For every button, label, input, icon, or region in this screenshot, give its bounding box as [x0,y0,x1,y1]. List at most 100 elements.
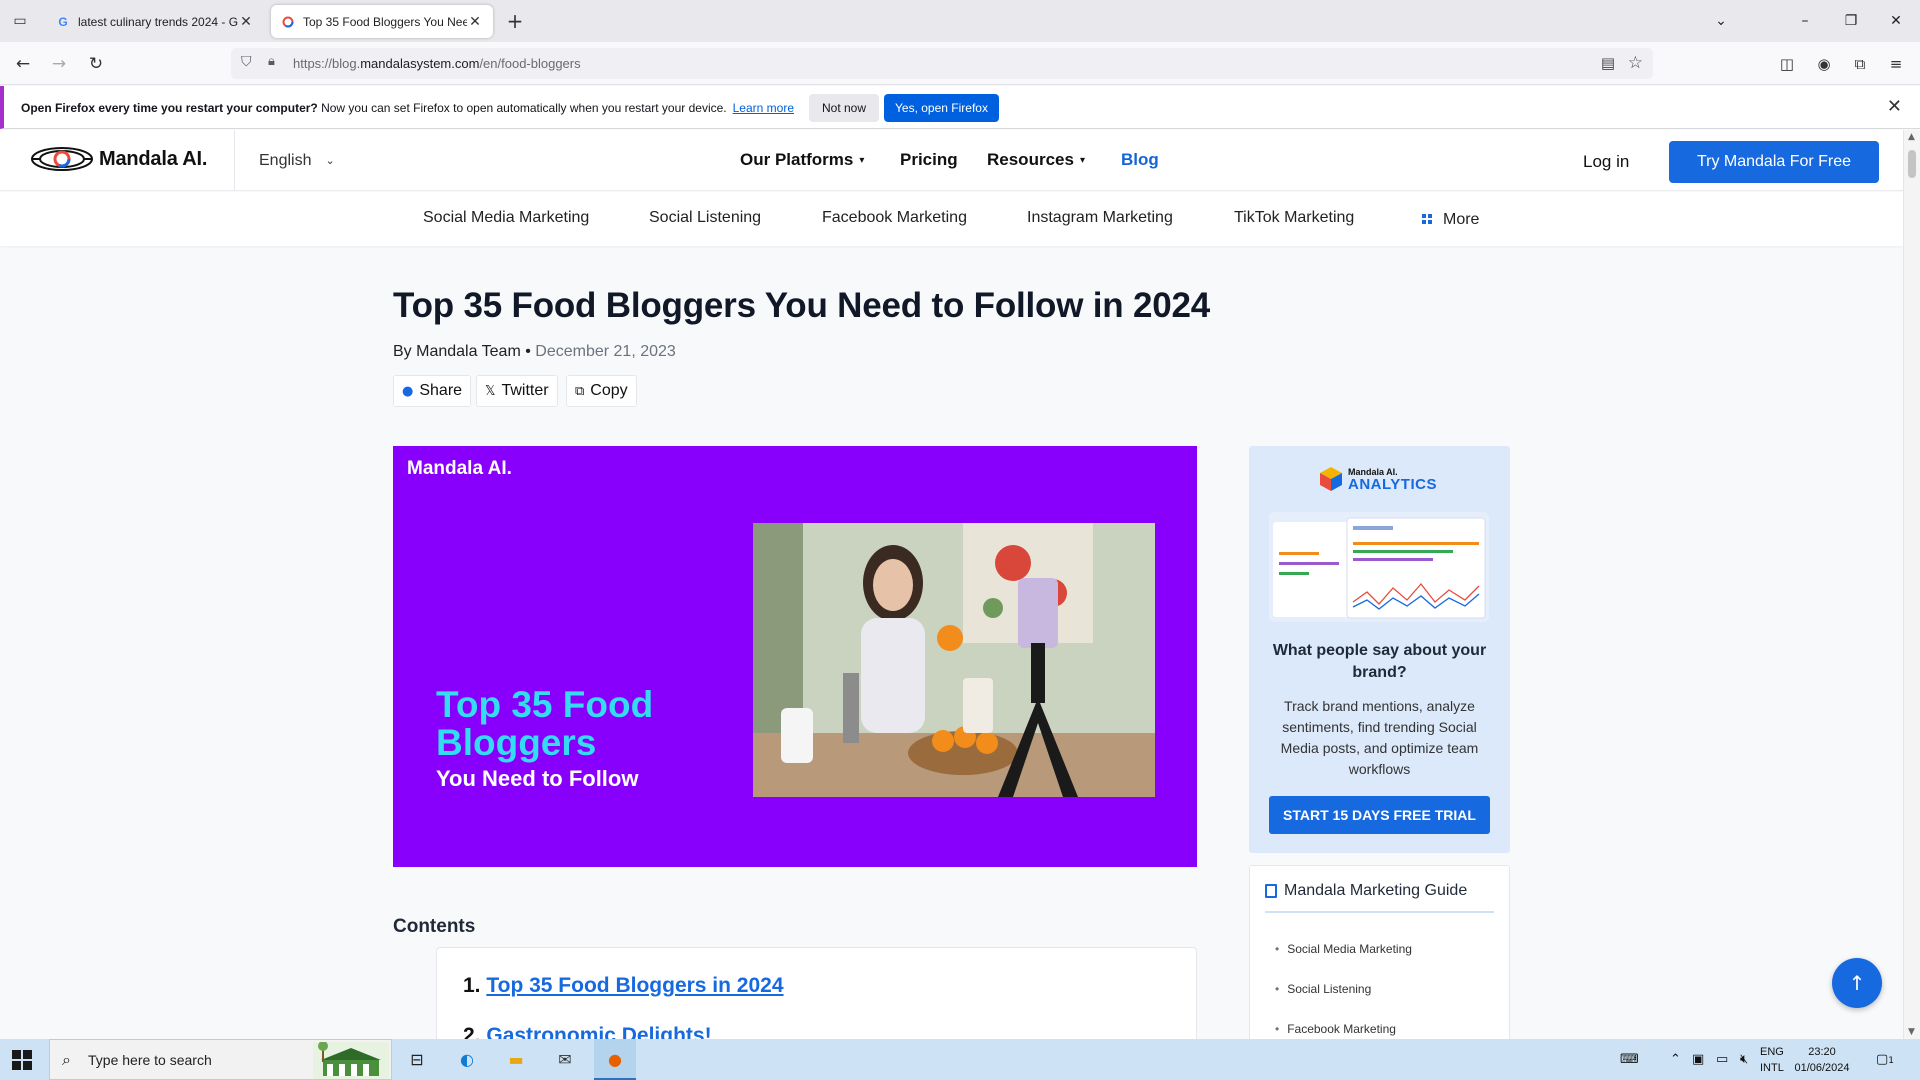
back-to-top-button[interactable]: ↑ [1832,958,1882,1008]
show-hidden-icons-icon[interactable]: ⌃ [1670,1052,1681,1067]
chevron-down-icon: ▾ [859,155,865,166]
subnav-social-media-marketing[interactable]: Social Media Marketing [423,209,589,227]
system-clock[interactable]: 23:20 01/06/2024 [1792,1044,1852,1076]
new-tab-icon[interactable]: + [505,10,525,32]
guide-item[interactable]: Social Media Marketing [1275,942,1412,956]
subnav-instagram-marketing[interactable]: Instagram Marketing [1027,209,1173,227]
login-link[interactable]: Log in [1583,152,1629,172]
divider [1265,911,1494,913]
menu-resources[interactable]: Resources ▾ [987,150,1085,170]
tab-food-bloggers[interactable]: Top 35 Food Bloggers You Need t ✕ [271,5,493,38]
promo-description: Track brand mentions, analyze sentiments… [1280,698,1479,777]
mandala-logo[interactable]: Mandala AI. [29,144,207,174]
back-icon[interactable]: ← [10,51,36,77]
edge-icon[interactable]: ◐ [454,1047,480,1073]
address-bar[interactable]: ⛉ 🔒︎ https://blog.mandalasystem.com/en/f… [231,48,1653,79]
notifications-icon[interactable]: ▢1 [1876,1052,1894,1067]
meet-now-icon[interactable]: ▣ [1692,1052,1704,1067]
subnav-social-listening[interactable]: Social Listening [649,209,761,227]
tab-title: Top 35 Food Bloggers You Need t [303,14,467,29]
copy-link-button[interactable]: ⧉ Copy [566,375,637,407]
volume-muted-icon[interactable]: 🔇︎ [1740,1052,1748,1067]
guide-item[interactable]: Social Listening [1275,982,1371,996]
tab-overflow-chevron-icon[interactable]: ⌄ [1706,8,1736,34]
close-notification-icon[interactable]: ✕ [1887,96,1902,117]
windows-start-icon[interactable] [12,1050,32,1070]
search-icon: ⌕ [62,1050,71,1069]
table-of-contents: 1. Top 35 Food Bloggers in 2024 2. Gastr… [436,947,1197,1039]
hero-headline: Top 35 Food Bloggers [436,684,654,763]
menu-icon[interactable]: ≡ [1884,52,1908,76]
guide-item[interactable]: Facebook Marketing [1275,1022,1396,1036]
network-icon[interactable]: ▭ [1716,1052,1728,1067]
logo-text: Mandala AI. [99,147,208,170]
analytics-cube-icon [1320,467,1342,491]
scroll-down-icon[interactable]: ▼ [1908,1027,1915,1037]
yes-open-firefox-button[interactable]: Yes, open Firefox [884,94,999,122]
firefox-notification-bar: Open Firefox every time you restart your… [0,86,1920,129]
input-language[interactable]: ENG INTL [1760,1044,1784,1076]
account-icon[interactable]: ◉ [1812,52,1836,76]
mandala-logo-icon [31,147,93,171]
category-subnav: Social Media Marketing Social Listening … [0,192,1903,246]
file-explorer-icon[interactable]: ▬ [503,1047,529,1073]
tab-bar: ▭ G latest culinary trends 2024 - Goo ✕ … [0,0,1920,42]
subnav-tiktok-marketing[interactable]: TikTok Marketing [1234,209,1354,227]
toc-link[interactable]: Gastronomic Delights! [486,1024,711,1039]
firefox-icon[interactable]: ● [602,1047,628,1073]
menu-pricing[interactable]: Pricing [900,150,958,170]
mandala-favicon-icon [281,15,295,29]
reload-icon[interactable]: ↻ [83,51,109,77]
lock-icon[interactable]: 🔒︎ [268,54,282,72]
author: By Mandala Team [393,343,521,360]
scroll-up-icon[interactable]: ▲ [1908,132,1915,142]
share-facebook-button[interactable]: ● Share [393,375,472,407]
task-view-icon[interactable]: ⊟ [404,1047,430,1073]
site-header: Mandala AI. English ⌄ Our Platforms ▾ Pri… [0,130,1903,191]
web-page: Mandala AI. English ⌄ Our Platforms ▾ Pri… [0,130,1903,1039]
language-selector[interactable]: English ⌄ [234,130,335,191]
page-scrollbar[interactable]: ▲ ▼ [1903,130,1920,1039]
scrollbar-thumb[interactable] [1908,150,1916,178]
reader-view-icon[interactable]: ▤ [1601,54,1615,72]
subnav-more[interactable]: More [1443,211,1479,229]
subnav-facebook-marketing[interactable]: Facebook Marketing [822,209,967,227]
menu-blog[interactable]: Blog [1121,150,1159,170]
start-free-trial-button[interactable]: START 15 DAYS FREE TRIAL [1269,796,1490,834]
pocket-icon[interactable]: ◫ [1775,52,1799,76]
close-tab-icon[interactable]: ✕ [238,14,254,30]
minimize-icon[interactable]: – [1790,8,1820,34]
keyboard-icon[interactable]: ⌨ [1620,1052,1639,1067]
article-title: Top 35 Food Bloggers You Need to Follow … [393,286,1211,325]
google-icon: G [58,14,68,29]
guide-heading: Mandala Marketing Guide [1265,882,1467,900]
hero-brand: Mandala AI. [407,458,512,479]
copy-icon: ⧉ [575,383,585,399]
share-twitter-button[interactable]: 𝕏 Twitter [476,375,558,407]
toc-link[interactable]: Top 35 Food Bloggers in 2024 [486,974,783,997]
extensions-icon[interactable]: ⧉ [1848,52,1872,76]
url-text[interactable]: https://blog.mandalasystem.com/en/food-b… [293,56,581,71]
close-tab-icon[interactable]: ✕ [467,14,483,30]
close-window-icon[interactable]: ✕ [1881,8,1911,34]
list-all-tabs-icon[interactable]: ▭ [10,11,30,31]
search-highlight-illustration [313,1042,389,1079]
hero-subheadline: You Need to Follow [436,766,639,791]
menu-our-platforms[interactable]: Our Platforms ▾ [740,150,864,170]
restore-icon[interactable]: ❐ [1836,8,1866,34]
publish-date: December 21, 2023 [535,343,676,360]
taskbar-search-box[interactable]: ⌕ Type here to search [49,1039,392,1080]
bookmark-star-icon[interactable]: ☆ [1628,53,1643,73]
learn-more-link[interactable]: Learn more [733,101,794,115]
try-free-button[interactable]: Try Mandala For Free [1669,141,1879,183]
tracking-shield-icon[interactable]: ⛉ [241,54,257,72]
analytics-logo: Mandala AI. ANALYTICS [1319,466,1437,492]
tab-google-search[interactable]: G latest culinary trends 2024 - Goo ✕ [46,5,264,38]
forward-icon[interactable]: → [46,51,72,77]
toc-item: 1. Top 35 Food Bloggers in 2024 [463,974,784,997]
analytics-logo-top: Mandala AI. [1348,466,1398,477]
navigation-toolbar: ← → ↻ ⛉ 🔒︎ https://blog.mandalasystem.co… [0,42,1920,85]
mail-icon[interactable]: ✉ [552,1047,578,1073]
notification-message: Open Firefox every time you restart your… [21,101,794,115]
not-now-button[interactable]: Not now [809,94,879,122]
